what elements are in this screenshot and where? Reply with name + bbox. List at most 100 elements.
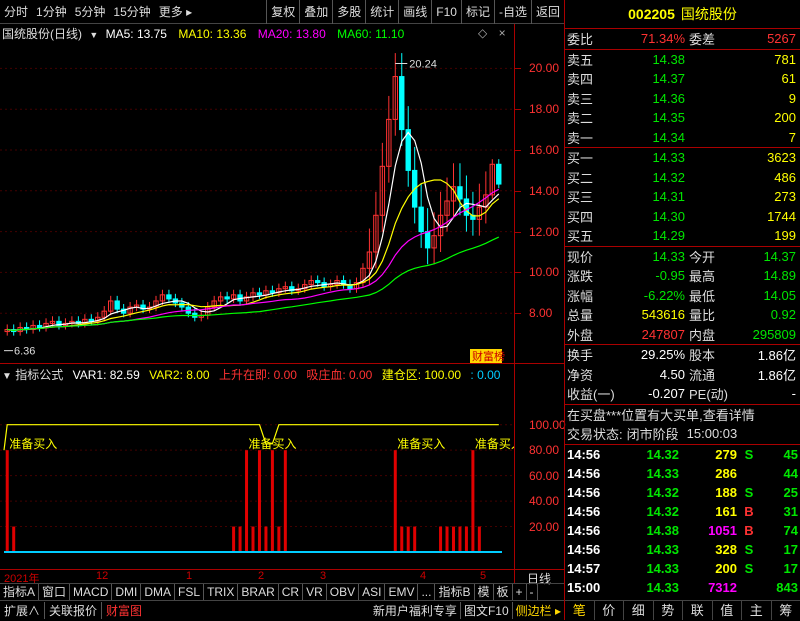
date-tick-label: 4 bbox=[420, 570, 426, 582]
indicator-tab-4[interactable]: DMA bbox=[141, 584, 175, 601]
indicator-tab-5[interactable]: FSL bbox=[175, 584, 204, 601]
quote-stats: 现价14.33今开14.37涨跌-0.95最高14.89涨幅-6.22%最低14… bbox=[565, 247, 800, 345]
indicator-tab-10[interactable]: OBV bbox=[327, 584, 359, 601]
period-button-2[interactable]: 5分钟 bbox=[71, 0, 110, 24]
tick-time: 15:00 bbox=[565, 580, 615, 595]
sidebar-button[interactable]: 侧边栏 ▸ bbox=[513, 602, 564, 619]
panel-tab-4[interactable]: 联 bbox=[683, 601, 713, 620]
tick-volume: 1051 bbox=[679, 523, 737, 538]
tick-row: 15:0014.337312843 bbox=[565, 578, 800, 597]
buy-row-0-price: 14.33 bbox=[615, 150, 685, 165]
panel-tab-5[interactable]: 值 bbox=[713, 601, 743, 620]
indicator-tab-12[interactable]: EMV bbox=[385, 584, 418, 601]
notice-row[interactable]: 在买盘***位置有大买单,查看详情 bbox=[565, 405, 800, 425]
indicator-tab-13[interactable]: ... bbox=[418, 584, 435, 601]
toolbar-button-0[interactable]: 复权 bbox=[267, 0, 299, 24]
candle-body bbox=[419, 207, 423, 231]
buy-row-4-price: 14.29 bbox=[615, 228, 685, 243]
panel-tab-7[interactable]: 筹 bbox=[772, 601, 800, 620]
sell-row-0: 卖五14.38781 bbox=[565, 50, 800, 70]
price-tick-label: 16.00 bbox=[529, 143, 559, 157]
toolbar-button-4[interactable]: 画线 bbox=[399, 0, 431, 24]
stat-label: 流通 bbox=[685, 365, 735, 384]
toolbar-button-1[interactable]: 叠加 bbox=[300, 0, 332, 24]
build-label: 建仓区: 100.00 bbox=[382, 368, 461, 382]
tick-list: 14:5614.32279S4514:5614.332864414:5614.3… bbox=[565, 445, 800, 597]
new-user-welfare-link[interactable]: 新用户福利专享 bbox=[370, 602, 461, 619]
buy-row-3-price: 14.30 bbox=[615, 209, 685, 224]
indicator-tab-0[interactable]: 指标A bbox=[0, 584, 39, 601]
expand-button[interactable]: 扩展∧ bbox=[0, 602, 45, 619]
indicator-chart[interactable]: 准备买入准备买入准备买入准备买入 bbox=[0, 382, 514, 568]
indicator-tab-3[interactable]: DMI bbox=[112, 584, 141, 601]
signal-bar bbox=[12, 527, 15, 552]
f10-button[interactable]: 图文F10 bbox=[461, 602, 513, 619]
indicator-tab-15[interactable]: 模 bbox=[475, 584, 494, 601]
candle-body bbox=[458, 187, 462, 199]
indicator-tab-1[interactable]: 窗口 bbox=[39, 584, 70, 601]
toolbar-button-2[interactable]: 多股 bbox=[333, 0, 365, 24]
date-tick-label: 3 bbox=[320, 570, 326, 582]
indicator-menu-icon[interactable]: ▼ bbox=[2, 371, 12, 382]
toolbar-button-8[interactable]: 返回 bbox=[532, 0, 564, 24]
price-tick bbox=[515, 150, 521, 151]
signal-bar bbox=[471, 450, 474, 552]
tick-price: 14.33 bbox=[615, 561, 679, 576]
stat-label: 外盘 bbox=[565, 325, 615, 344]
stat-label: 量比 bbox=[685, 305, 735, 324]
indicator-tab-6[interactable]: TRIX bbox=[204, 584, 238, 601]
panel-tab-1[interactable]: 价 bbox=[595, 601, 625, 620]
toolbar-button-5[interactable]: F10 bbox=[432, 0, 461, 24]
period-button-3[interactable]: 15分钟 bbox=[109, 0, 154, 24]
indicator-tab-2[interactable]: MACD bbox=[70, 584, 112, 601]
period-button-4[interactable]: 更多 ▸ bbox=[155, 0, 196, 24]
indicator-tab-18[interactable]: - bbox=[527, 584, 538, 601]
stat-value: 0.92 bbox=[735, 307, 800, 322]
sell-row-3-price: 14.35 bbox=[615, 110, 685, 125]
stat-value: 4.50 bbox=[615, 367, 685, 382]
wealth-badge-label[interactable]: 财富榜 bbox=[472, 349, 505, 363]
stat-value: 247807 bbox=[615, 327, 685, 342]
panel-tab-2[interactable]: 细 bbox=[624, 601, 654, 620]
stat-label: 最高 bbox=[685, 266, 735, 285]
indicator-tab-17[interactable]: + bbox=[513, 584, 527, 601]
kline-chart[interactable]: 20.246.36财富榜 bbox=[0, 24, 514, 364]
indicator-name[interactable]: 指标公式 bbox=[15, 368, 63, 382]
ma20-line bbox=[7, 189, 499, 330]
tick-count: 45 bbox=[761, 447, 800, 462]
date-tick-label: 12 bbox=[96, 570, 108, 582]
indicator-title-line: ▼ 指标公式 VAR1: 82.59 VAR2: 8.00 上升在即: 0.00… bbox=[2, 366, 500, 382]
tick-volume: 7312 bbox=[679, 580, 737, 595]
indicator-tab-11[interactable]: ASI bbox=[359, 584, 385, 601]
stat-value: 295809 bbox=[735, 327, 800, 342]
signal-bar bbox=[252, 527, 255, 552]
sell-row-2-label: 卖三 bbox=[565, 89, 615, 108]
period-button-0[interactable]: 分时 bbox=[0, 0, 32, 24]
indicator-tab-16[interactable]: 板 bbox=[494, 584, 513, 601]
wealth-chart-button[interactable]: 财富图 bbox=[102, 602, 146, 619]
panel-tab-3[interactable]: 势 bbox=[654, 601, 684, 620]
indicator-tab-7[interactable]: BRAR bbox=[238, 584, 278, 601]
stat-label: 换手 bbox=[565, 345, 615, 364]
signal-bar bbox=[478, 527, 481, 552]
tail-label: : 0.00 bbox=[470, 368, 500, 382]
tick-row: 14:5614.381051B74 bbox=[565, 521, 800, 540]
notice-text[interactable]: 在买盘***位置有大买单,查看详情 bbox=[565, 405, 755, 424]
toolbar-button-7[interactable]: -自选 bbox=[495, 0, 531, 24]
indicator-tab-9[interactable]: VR bbox=[303, 584, 327, 601]
toolbar-button-6[interactable]: 标记 bbox=[462, 0, 494, 24]
panel-tab-6[interactable]: 主 bbox=[742, 601, 772, 620]
stat-value: 543616 bbox=[615, 307, 685, 322]
candle-body bbox=[167, 295, 171, 299]
panel-tab-0[interactable]: 笔 bbox=[565, 601, 595, 620]
stock-name: 国统股份 bbox=[681, 4, 737, 24]
sell-row-1-volume: 61 bbox=[685, 71, 800, 86]
related-quotes-button[interactable]: 关联报价 bbox=[45, 602, 102, 619]
signal-bar bbox=[258, 450, 261, 552]
period-button-1[interactable]: 1分钟 bbox=[32, 0, 71, 24]
tick-price: 14.32 bbox=[615, 485, 679, 500]
toolbar-button-3[interactable]: 统计 bbox=[366, 0, 398, 24]
indicator-tab-14[interactable]: 指标B bbox=[435, 584, 474, 601]
indicator-tab-8[interactable]: CR bbox=[279, 584, 303, 601]
signal-bar bbox=[394, 450, 397, 552]
